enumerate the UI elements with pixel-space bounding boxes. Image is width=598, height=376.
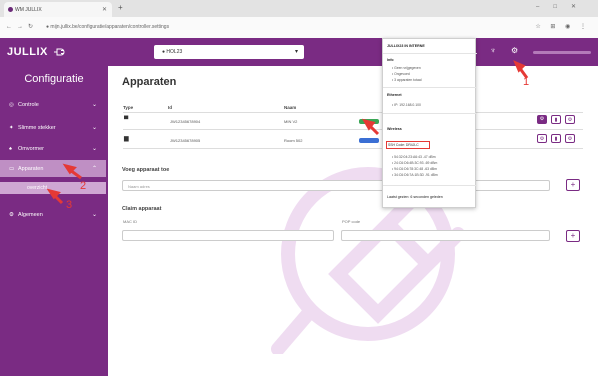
annotation-label: 1	[523, 76, 530, 88]
annotation-label: 2	[80, 180, 87, 192]
annotation-arrows	[46, 60, 529, 205]
annotation-label: 3	[66, 199, 73, 211]
